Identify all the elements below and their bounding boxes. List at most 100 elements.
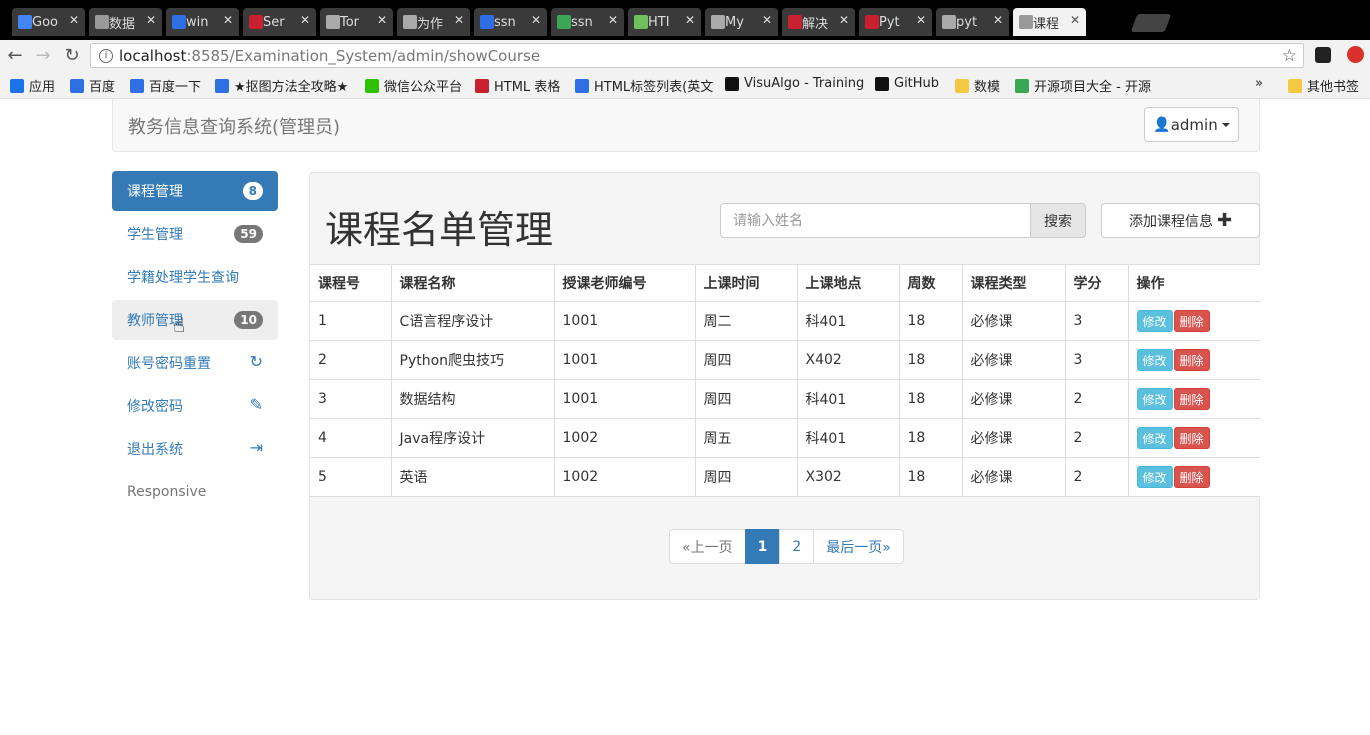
edit-button[interactable]: 修改 — [1136, 466, 1173, 488]
bookmark-item[interactable]: 数模 — [955, 76, 1000, 95]
tab-label: My — [725, 14, 744, 30]
browser-tab[interactable]: ssn ✕ — [474, 8, 547, 36]
forward-icon[interactable]: → — [32, 44, 54, 66]
bookmark-item[interactable]: 微信公众平台 — [365, 76, 462, 95]
page-link-2[interactable]: 2 — [779, 529, 815, 564]
bookmark-label: VisuAlgo - Training — [744, 76, 865, 91]
tab-close-icon[interactable]: ✕ — [762, 13, 772, 27]
extension-icon[interactable] — [1347, 46, 1364, 63]
reload-icon[interactable]: ↻ — [61, 44, 83, 66]
sidebar-item-course-management[interactable]: 课程管理 8 — [112, 171, 278, 211]
tab-close-icon[interactable]: ✕ — [839, 13, 849, 27]
tab-close-icon[interactable]: ✕ — [300, 13, 310, 27]
table-cell: 必修课 — [961, 418, 1066, 458]
sidebar-item-student-status[interactable]: 学籍处理学生查询 — [112, 257, 278, 297]
browser-tab[interactable]: win ✕ — [166, 8, 239, 36]
sidebar-item-responsive[interactable]: Responsive — [112, 472, 278, 512]
sidebar-item-teacher-management[interactable]: 教师管理 10 — [112, 300, 278, 340]
browser-tab[interactable]: 解决 ✕ — [782, 8, 855, 36]
bookmark-item[interactable]: GitHub — [875, 76, 939, 91]
tab-favicon-icon — [634, 15, 648, 29]
bookmark-favicon-icon — [215, 78, 229, 93]
browser-tab[interactable]: HTI ✕ — [628, 8, 701, 36]
browser-tab[interactable]: 课程 ✕ — [1013, 8, 1086, 36]
table-cell: 英语 — [390, 457, 555, 497]
brand-title[interactable]: 教务信息查询系统(管理员) — [128, 113, 340, 139]
browser-tab[interactable]: Ser ✕ — [243, 8, 316, 36]
tab-favicon-icon — [95, 15, 109, 29]
search-group: 搜索 — [720, 203, 1086, 238]
bookmark-item[interactable]: 百度 — [70, 76, 115, 95]
log-out-icon: ⇥ — [249, 438, 263, 457]
other-bookmarks[interactable]: 其他书签 — [1288, 76, 1359, 95]
bookmark-favicon-icon — [365, 78, 379, 93]
tab-close-icon[interactable]: ✕ — [685, 13, 695, 27]
tab-close-icon[interactable]: ✕ — [608, 13, 618, 27]
tab-close-icon[interactable]: ✕ — [993, 13, 1003, 27]
bookmark-item[interactable]: HTML标签列表(英文 — [575, 76, 713, 95]
sidebar-item-change-password[interactable]: 修改密码 ✎ — [112, 386, 278, 426]
refresh-icon: ↻ — [249, 352, 263, 371]
browser-tab[interactable]: My ✕ — [705, 8, 778, 36]
tab-close-icon[interactable]: ✕ — [531, 13, 541, 27]
bookmark-item[interactable]: HTML 表格 — [475, 76, 560, 95]
tab-favicon-icon — [172, 15, 186, 29]
user-menu-button[interactable]: 👤 admin — [1144, 107, 1239, 142]
bookmarks-overflow-icon[interactable]: » — [1255, 76, 1263, 91]
tab-close-icon[interactable]: ✕ — [454, 13, 464, 27]
delete-button[interactable]: 删除 — [1173, 349, 1210, 371]
column-header: 课程号 — [310, 264, 392, 302]
edit-button[interactable]: 修改 — [1136, 349, 1173, 371]
delete-button[interactable]: 删除 — [1173, 388, 1210, 410]
tab-close-icon[interactable]: ✕ — [916, 13, 926, 27]
table-cell: 必修课 — [961, 301, 1066, 341]
bookmark-item[interactable]: 应用 — [10, 76, 55, 95]
tab-close-icon[interactable]: ✕ — [69, 13, 79, 27]
table-cell: 1001 — [553, 379, 696, 419]
tab-close-icon[interactable]: ✕ — [377, 13, 387, 27]
bookmark-item[interactable]: 百度一下 — [130, 76, 201, 95]
bookmark-item[interactable]: 开源项目大全 - 开源 — [1015, 76, 1151, 95]
bookmark-favicon-icon — [70, 78, 84, 93]
prev-page-link[interactable]: «上一页 — [669, 529, 746, 564]
bookmark-item[interactable]: VisuAlgo - Training — [725, 76, 864, 91]
browser-tab[interactable]: 数据 ✕ — [89, 8, 162, 36]
edit-button[interactable]: 修改 — [1136, 427, 1173, 449]
delete-button[interactable]: 删除 — [1173, 427, 1210, 449]
browser-tab[interactable]: Pyt ✕ — [859, 8, 932, 36]
edit-button[interactable]: 修改 — [1136, 388, 1173, 410]
tab-close-icon[interactable]: ✕ — [146, 13, 156, 27]
page-link-1[interactable]: 1 — [744, 529, 781, 564]
last-page-link[interactable]: 最后一页» — [813, 529, 904, 564]
table-row: 1 C语言程序设计 1001 周二 科401 18 必修课 3 修改 删除 — [310, 301, 1260, 341]
table-cell: 1001 — [553, 301, 696, 341]
browser-tab[interactable]: ssn ✕ — [551, 8, 624, 36]
sidebar-item-student-management[interactable]: 学生管理 59 — [112, 214, 278, 254]
search-input[interactable] — [720, 203, 1031, 238]
delete-button[interactable]: 删除 — [1173, 310, 1210, 332]
back-icon[interactable]: ← — [4, 44, 26, 66]
tab-close-icon[interactable]: ✕ — [223, 13, 233, 27]
address-bar[interactable]: i localhost:8585/Examination_System/admi… — [90, 43, 1304, 68]
browser-tab[interactable]: pyt ✕ — [936, 8, 1009, 36]
tab-close-icon[interactable]: ✕ — [1070, 13, 1080, 27]
browser-tab[interactable]: Goo ✕ — [12, 8, 85, 36]
bookmark-label: 微信公众平台 — [384, 80, 463, 95]
search-button[interactable]: 搜索 — [1031, 203, 1086, 238]
delete-button[interactable]: 删除 — [1173, 466, 1210, 488]
bookmark-star-icon[interactable]: ☆ — [1282, 46, 1297, 66]
new-tab-button[interactable] — [1130, 14, 1172, 32]
table-cell: 科401 — [796, 418, 900, 458]
site-info-icon[interactable]: i — [99, 48, 113, 63]
table-cell: 2 — [1064, 379, 1129, 419]
tab-label: 课程 — [1033, 16, 1060, 32]
browser-tab[interactable]: Tor ✕ — [320, 8, 393, 36]
extension-icon[interactable] — [1315, 47, 1331, 63]
browser-tab[interactable]: 为作 ✕ — [397, 8, 470, 36]
add-course-button[interactable]: 添加课程信息 ✚ — [1101, 203, 1260, 238]
sidebar-item-reset-password[interactable]: 账号密码重置 ↻ — [112, 343, 278, 383]
table-cell: Java程序设计 — [390, 418, 555, 458]
edit-button[interactable]: 修改 — [1136, 310, 1173, 332]
sidebar-item-logout[interactable]: 退出系统 ⇥ — [112, 429, 278, 469]
bookmark-item[interactable]: ★抠图方法全攻略★ — [215, 76, 348, 95]
